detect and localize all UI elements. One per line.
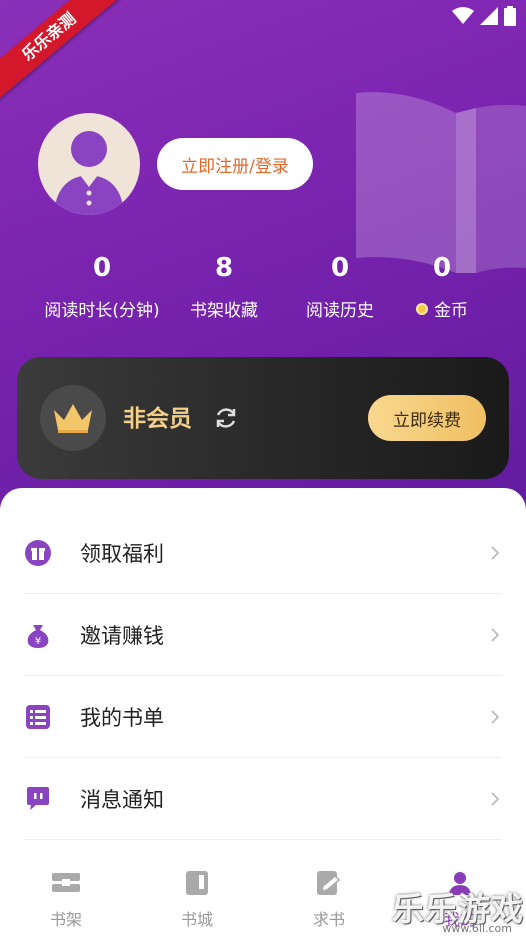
- svg-text:¥: ¥: [35, 636, 41, 647]
- nav-label: 书架: [49, 910, 82, 929]
- menu-label: 消息通知: [80, 787, 164, 812]
- avatar[interactable]: [38, 113, 140, 215]
- vip-card: 非会员 立即续费: [17, 357, 509, 479]
- bookstore-icon: [186, 871, 208, 895]
- chevron-right-icon: [491, 791, 500, 806]
- wifi-icon: [452, 7, 474, 24]
- menu-item-welfare[interactable]: 领取福利: [24, 512, 502, 594]
- crown-badge: [40, 385, 106, 451]
- menu-item-invite-earn[interactable]: ¥ 邀请赚钱: [24, 594, 502, 676]
- site-watermark-url: www.6ll.com: [442, 922, 512, 935]
- battery-icon: [504, 6, 516, 26]
- money-bag-icon: ¥: [24, 621, 52, 649]
- chevron-right-icon: [491, 709, 500, 724]
- nav-label: 求书: [312, 910, 345, 929]
- gift-icon: [24, 539, 52, 567]
- coin-icon: [416, 302, 428, 315]
- list-icon: [24, 703, 52, 731]
- stat-label: 阅读历史: [306, 301, 374, 321]
- menu-item-notifications[interactable]: 消息通知: [24, 758, 502, 840]
- stat-label: 书架收藏: [190, 301, 258, 321]
- register-login-button[interactable]: 立即注册/登录: [157, 138, 313, 190]
- chevron-right-icon: [491, 545, 500, 560]
- request-book-icon: [317, 871, 341, 895]
- stats-row: 0 阅读时长(分钟) 8 书架收藏 0 阅读历史 0 金币: [0, 250, 526, 330]
- message-icon: [24, 785, 52, 813]
- stat-value: 0: [432, 253, 452, 283]
- vip-status-label: 非会员: [123, 406, 192, 432]
- default-avatar-icon: [54, 131, 124, 215]
- bookshelf-icon: [52, 873, 80, 892]
- menu-item-my-booklist[interactable]: 我的书单: [24, 676, 502, 758]
- stat-label: 金币: [434, 301, 468, 321]
- renew-membership-button[interactable]: 立即续费: [368, 395, 486, 441]
- stat-coins[interactable]: 0 金币: [372, 250, 512, 321]
- nav-tab-request-book[interactable]: 求书: [289, 870, 369, 930]
- stat-value: 0: [92, 253, 112, 283]
- nav-label: 书城: [180, 910, 213, 929]
- crown-icon: [54, 404, 92, 433]
- nav-tab-bookstore[interactable]: 书城: [157, 870, 237, 930]
- refresh-icon[interactable]: [213, 405, 239, 431]
- stat-reading-time[interactable]: 0 阅读时长(分钟): [32, 250, 172, 321]
- stat-label: 阅读时长(分钟): [44, 301, 160, 321]
- menu-label: 邀请赚钱: [80, 623, 164, 648]
- menu-label: 领取福利: [80, 541, 164, 566]
- menu-label: 我的书单: [80, 705, 164, 730]
- chevron-right-icon: [491, 627, 500, 642]
- nav-tab-bookshelf[interactable]: 书架: [26, 870, 106, 930]
- signal-icon: [480, 7, 498, 25]
